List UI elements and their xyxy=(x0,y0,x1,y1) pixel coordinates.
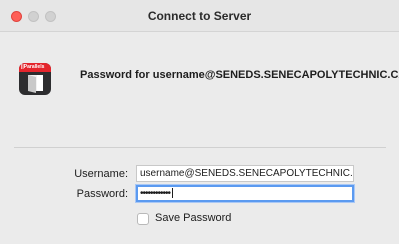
divider xyxy=(14,147,386,148)
password-label: Password: xyxy=(76,188,128,200)
text-caret xyxy=(172,188,174,199)
username-field[interactable]: username@SENEDS.SENECAPOLYTECHNIC.CA xyxy=(136,165,354,182)
parallels-logo-icon: ||Parallels xyxy=(19,63,51,95)
save-password-checkbox[interactable] xyxy=(137,213,149,225)
window-title: Connect to Server xyxy=(147,9,252,23)
door-icon xyxy=(28,75,43,93)
password-field[interactable]: •••••••••••• xyxy=(136,185,354,202)
title-bar: Connect to Server xyxy=(0,0,399,32)
connect-to-server-window: Connect to Server ||Parallels Password f… xyxy=(0,0,399,244)
dialog-content: ||Parallels Password for username@SENEDS… xyxy=(0,32,399,244)
save-password-label[interactable]: Save Password xyxy=(155,212,231,224)
username-label: Username: xyxy=(74,168,128,180)
password-prompt-heading: Password for username@SENEDS.SENECAPOLYT… xyxy=(80,69,399,81)
password-mask: •••••••••••• xyxy=(140,188,171,199)
